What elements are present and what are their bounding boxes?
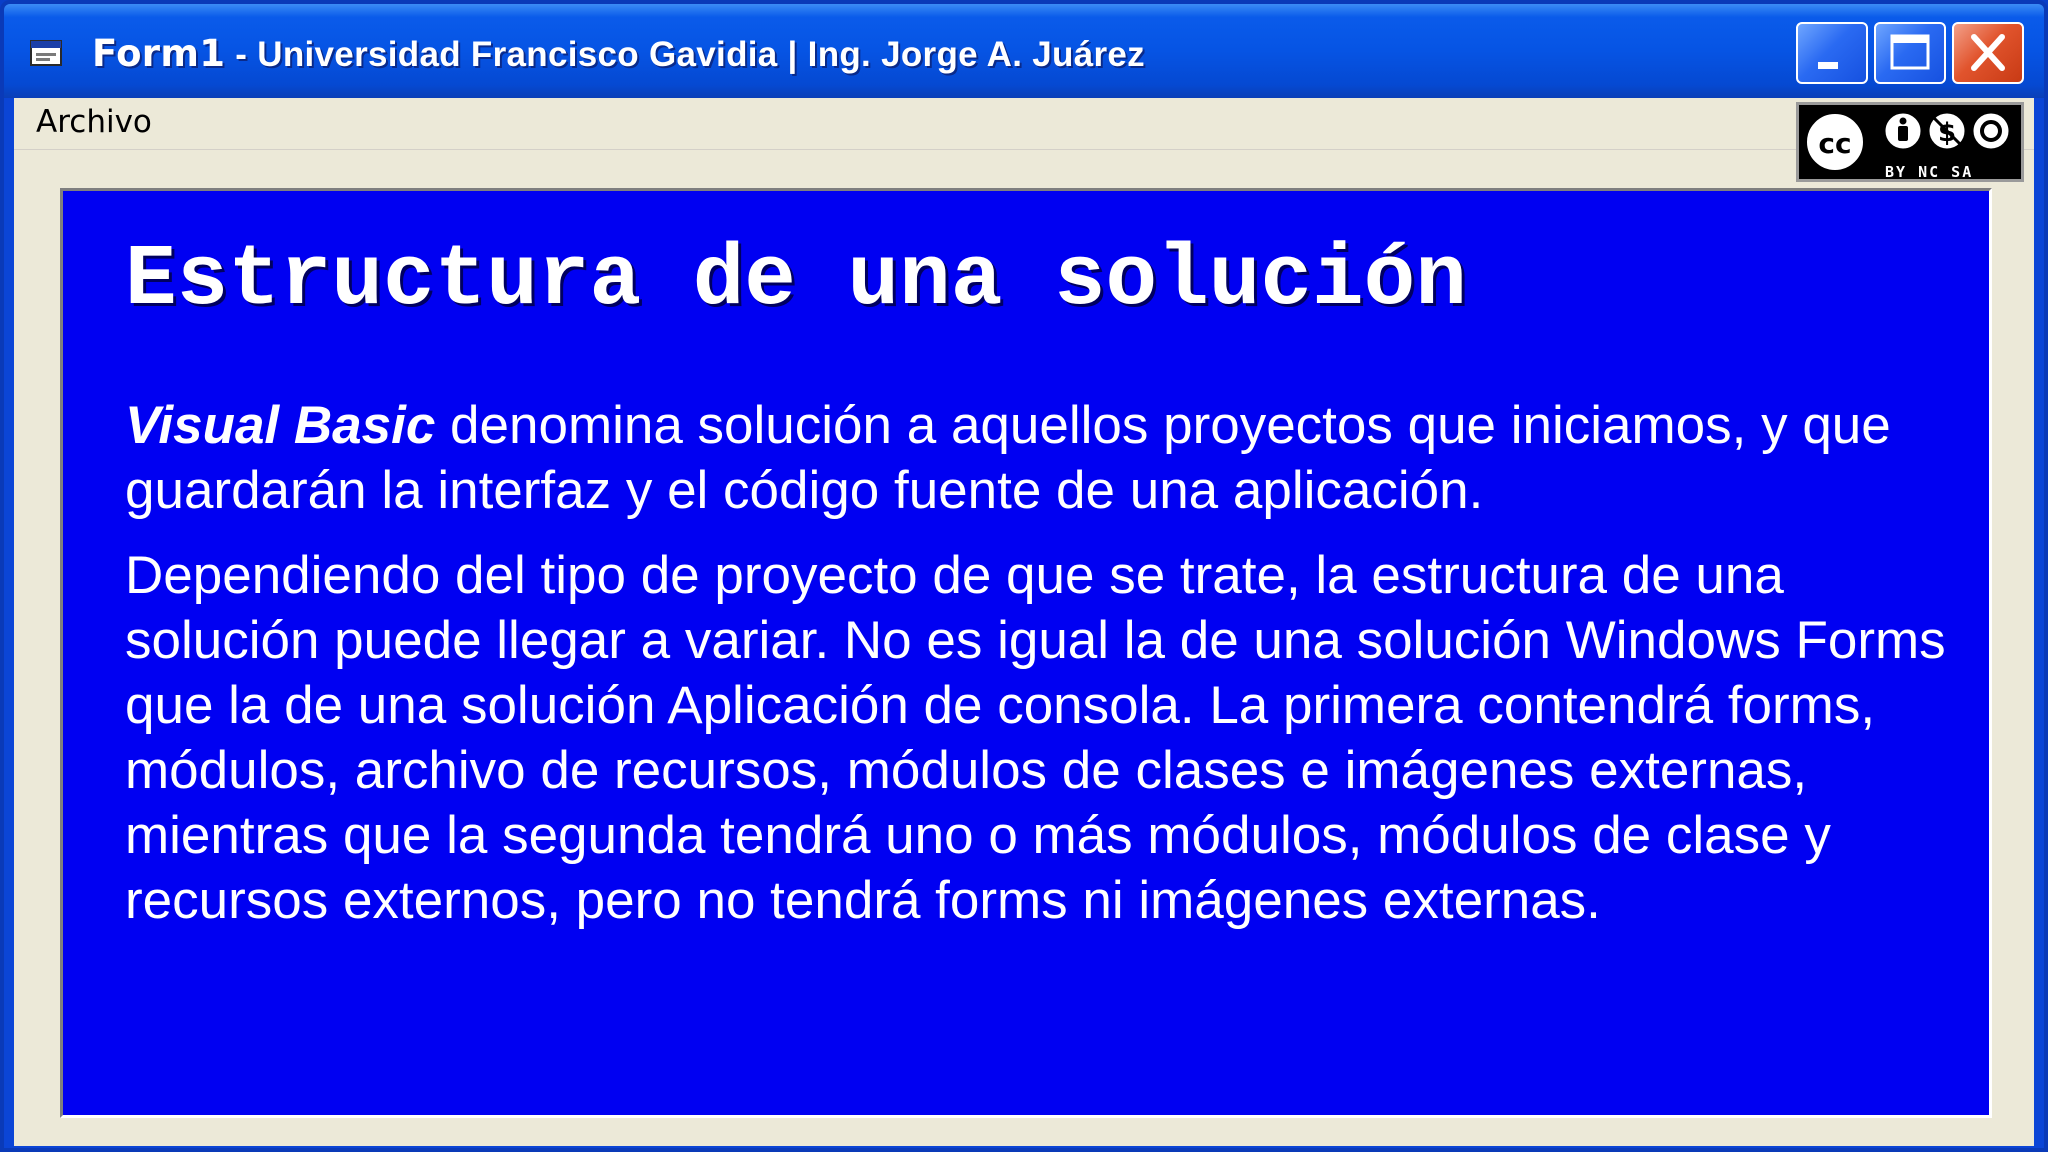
paragraph-1: Visual Basic denomina solución a aquello… <box>125 393 1965 523</box>
by-icon <box>1882 110 1924 152</box>
window-title-rest: - Universidad Francisco Gavidia | Ing. J… <box>225 35 1145 74</box>
nc-icon: $ <box>1926 110 1968 152</box>
window-title-form: Form1 <box>92 32 226 75</box>
cc-icon: cc <box>1803 110 1867 174</box>
title-bar[interactable]: Form1 - Universidad Francisco Gavidia | … <box>4 4 2044 98</box>
close-icon <box>1971 34 2005 71</box>
sa-icon <box>1970 110 2012 152</box>
cc-license-labels: BY NC SA <box>1885 163 1974 181</box>
creative-commons-license-badge: cc $ BY NC SA <box>1796 102 2024 182</box>
application-window: Form1 - Universidad Francisco Gavidia | … <box>0 0 2048 1152</box>
slide-heading: Estructura de una solución <box>125 231 1467 329</box>
minimize-icon <box>1818 62 1838 69</box>
svg-text:cc: cc <box>1818 127 1851 160</box>
maximize-button[interactable] <box>1874 22 1946 84</box>
menu-item-archivo[interactable]: Archivo <box>36 104 152 140</box>
paragraph-2: Dependiendo del tipo de proyecto de que … <box>125 546 1946 930</box>
caption-buttons <box>1796 22 2024 84</box>
menu-bar: Archivo <box>14 98 2034 150</box>
minimize-button[interactable] <box>1796 22 1868 84</box>
client-area: Archivo cc $ <box>14 98 2034 1146</box>
close-button[interactable] <box>1952 22 2024 84</box>
slide-panel: Estructura de una solución Visual Basic … <box>60 188 1992 1118</box>
window-title: Form1 - Universidad Francisco Gavidia | … <box>92 32 1145 75</box>
maximize-icon <box>1890 34 1930 70</box>
window-app-icon[interactable] <box>30 40 64 68</box>
slide-body: Visual Basic denomina solución a aquello… <box>125 393 1965 953</box>
paragraph-1-emphasis: Visual Basic <box>125 396 436 455</box>
